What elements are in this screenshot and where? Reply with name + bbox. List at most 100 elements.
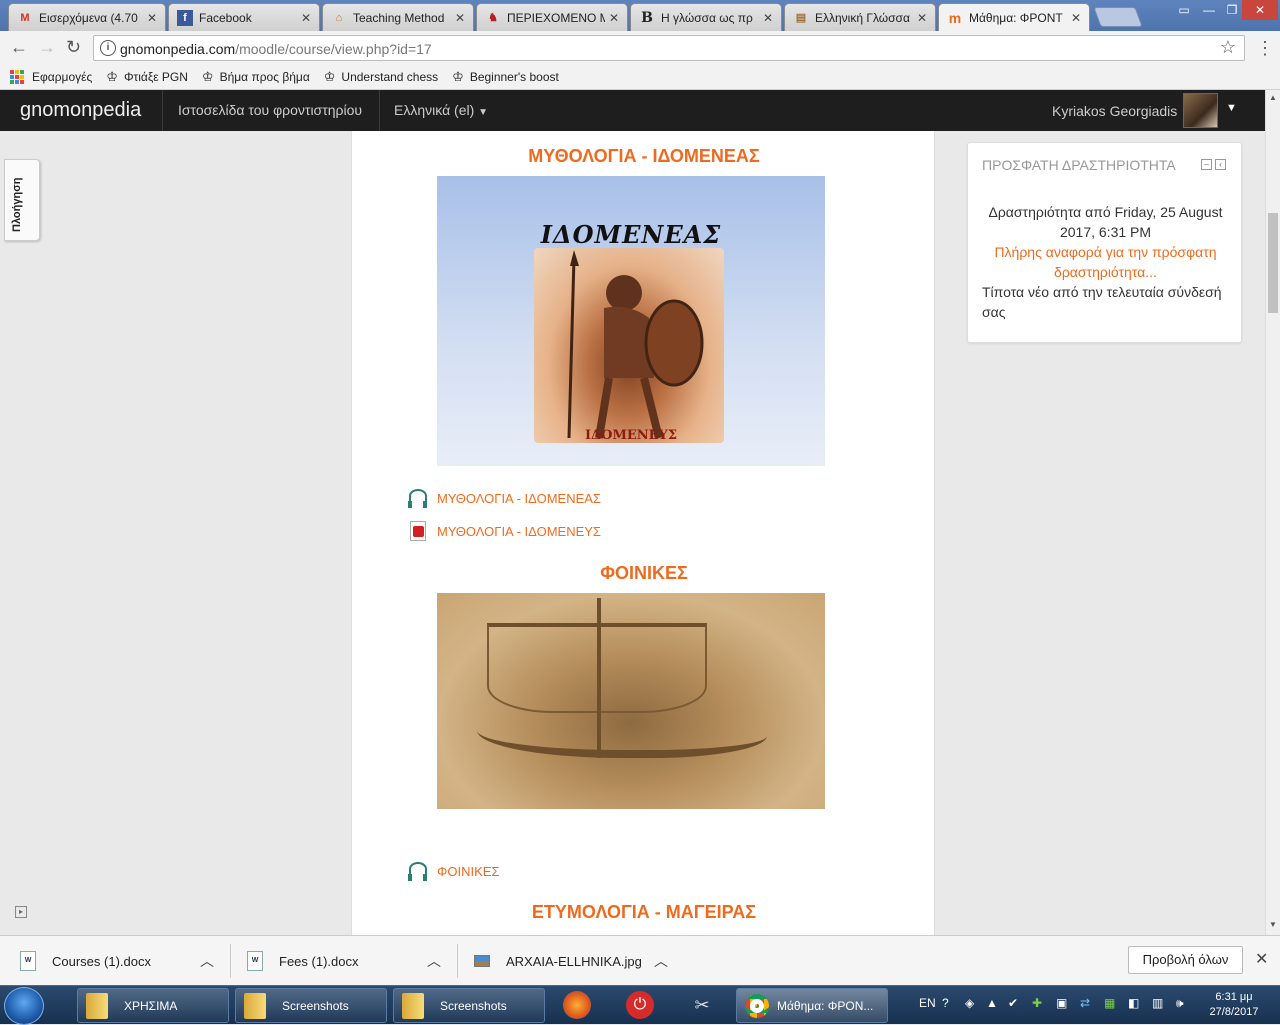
language-indicator[interactable]: EN [919,996,936,1010]
avatar[interactable] [1183,93,1218,128]
url-text[interactable]: gnomonpedia.com/moodle/course/view.php?i… [120,41,432,57]
close-icon[interactable]: ✕ [301,11,311,25]
forward-icon[interactable]: → [38,37,56,58]
info-icon[interactable]: i [100,40,116,56]
tab-gmail[interactable]: M Εισερχόμενα (4.70 ✕ [8,3,166,31]
close-icon[interactable]: ✕ [1255,949,1268,969]
b-icon: B [641,9,653,26]
chevron-up-icon[interactable]: ︿ [654,951,668,971]
clock[interactable]: 6:31 μμ 27/8/2017 [1200,990,1268,1020]
tray-icon[interactable]: ✔ [1008,996,1018,1010]
tray-icon[interactable]: ◧ [1128,996,1139,1010]
headphones-icon [407,860,429,882]
navigation-drawer-tab[interactable]: Πλοήγηση [4,159,40,241]
close-icon[interactable]: ✕ [455,11,465,25]
site-homepage-link[interactable]: Ιστοσελίδα του φροντιστηρίου [178,102,362,118]
user-name[interactable]: Kyriakos Georgiadis [1052,103,1177,119]
scissors-icon[interactable]: ✂ [688,991,716,1019]
recent-activity-block: ΠΡΟΣΦΑΤΗ ΔΡΑΣΤΗΡΙΟΤΗΤΑ – ‹ Δραστηριότητα… [967,142,1242,343]
taskbar-item[interactable]: Screenshots [393,988,545,1023]
show-hidden-icons[interactable]: ▲ [986,996,998,1010]
chess-icon: ♔ [201,68,214,84]
activity-since-line: 2017, 6:31 PM [1059,224,1152,240]
download-item[interactable]: W Courses (1).docx ︿ [20,936,214,986]
caret-down-icon: ▼ [478,107,489,118]
network-icon[interactable]: ▥ [1152,996,1163,1010]
tab-mathima-active[interactable]: m Μάθημα: ΦΡΟΝΤ ✕ [938,3,1090,31]
taskbar-item[interactable]: ΧΡΗΣΙΜΑ [77,988,229,1023]
start-button[interactable] [4,987,44,1025]
chess-icon: ♔ [323,68,336,84]
language-menu[interactable]: Ελληνικά (el) ▼ [394,102,488,118]
chevron-up-icon[interactable]: ︿ [427,951,441,971]
reload-icon[interactable]: ↻ [66,37,81,58]
site-brand[interactable]: gnomonpedia [20,99,141,122]
page-scrollbar[interactable]: ▲ ▼ [1265,90,1280,935]
scroll-down-icon[interactable]: ▼ [1269,920,1277,929]
course-content: ΜΥΘΟΛΟΓΙΑ - ΙΔΟΜΕΝΕΑΣ ΙΔΟΜΕΝΕΑΣ ΙΔΟΜΕΝΕΥ… [351,131,935,935]
tab-glossa[interactable]: B Η γλώσσα ως πρ ✕ [630,3,782,31]
bookmark-ftiaxe-pgn[interactable]: ♔ Φτιάξε PGN [106,69,188,85]
address-bar[interactable]: i gnomonpedia.com/moodle/course/view.php… [93,35,1245,61]
tray-icon[interactable]: ▦ [1104,996,1115,1010]
idomeneas-image: ΙΔΟΜΕΝΕΑΣ ΙΔΟΜΕΝΕΥΣ [437,176,825,466]
apps-icon [10,69,24,84]
gmail-icon: M [20,11,30,24]
section-title: ΕΤΥΜΟΛΟΓΙΑ - ΜΑΓΕΙΡΑΣ [531,902,757,922]
word-icon: W [247,951,263,971]
pdf-resource-link[interactable]: ΜΥΘΟΛΟΓΙΑ - ΙΔΟΜΕΝΕΥΣ [407,520,601,542]
bookmark-understand-chess[interactable]: ♔ Understand chess [324,69,438,85]
tray-icon[interactable]: ◈ [965,996,974,1010]
chrome-icon [745,993,769,1018]
close-icon[interactable]: ✕ [147,11,157,25]
tray-icon[interactable]: ✚ [1032,996,1042,1010]
taskbar-item[interactable]: Screenshots [235,988,387,1023]
download-item[interactable]: ARXAIA-ELLHNIKA.jpg ︿ [474,936,668,986]
volume-icon[interactable]: 🕪 [1176,996,1184,1011]
power-icon[interactable]: ⏻ [626,991,654,1019]
user-profile-icon[interactable]: ▭ [1170,0,1198,20]
firefox-icon[interactable] [563,991,591,1019]
tab-facebook[interactable]: f Facebook ✕ [168,3,320,31]
section-title: ΦΟΙΝΙΚΕΣ [600,563,688,583]
facebook-icon: f [177,9,193,26]
bookmark-star-icon[interactable]: ☆ [1220,37,1236,58]
close-icon[interactable]: ✕ [763,11,773,25]
full-report-link[interactable]: Πλήρης αναφορά για την πρόσφατη [968,242,1243,262]
close-icon[interactable]: ✕ [1071,11,1081,25]
help-icon[interactable]: ? [942,996,949,1010]
tray-icon[interactable]: ▣ [1056,996,1067,1010]
audio-resource-link[interactable]: ΦΟΙΝΙΚΕΣ [407,860,499,882]
scroll-up-icon[interactable]: ▲ [1269,93,1277,102]
show-all-button[interactable]: Προβολή όλων [1128,946,1243,974]
chevron-up-icon[interactable]: ︿ [200,951,214,971]
collapse-icon[interactable]: – [1201,159,1212,170]
dock-block-icon[interactable]: ‹ [1215,159,1226,170]
window-close-icon[interactable]: ✕ [1242,0,1278,20]
close-icon[interactable]: ✕ [917,11,927,25]
close-icon[interactable]: ✕ [609,11,619,25]
folder-icon [244,992,266,1019]
teamviewer-icon[interactable]: ⇄ [1080,996,1090,1010]
divider [230,944,231,978]
taskbar-item-active[interactable]: Μάθημα: ΦΡΟΝ... [736,988,888,1023]
scroll-thumb[interactable] [1268,213,1278,313]
bookmark-vima[interactable]: ♔ Βήμα προς βήμα [202,69,310,85]
bookmark-apps[interactable]: Εφαρμογές [10,69,92,84]
folder-icon [402,992,424,1019]
dock-icon[interactable]: ▸ [15,906,27,918]
tab-periexomeno[interactable]: ♞ ΠΕΡΙΕΧΟΜΕΝΟ Μ ✕ [476,3,628,31]
user-menu-caret-icon[interactable]: ▼ [1226,102,1237,114]
bookmark-beginners-boost[interactable]: ♔ Beginner's boost [452,69,559,85]
audio-resource-link[interactable]: ΜΥΘΟΛΟΓΙΑ - ΙΔΟΜΕΝΕΑΣ [407,487,601,509]
full-report-link[interactable]: δραστηριότητα... [968,262,1243,282]
tab-teaching-method[interactable]: ⌂ Teaching Method ✕ [322,3,474,31]
download-item[interactable]: W Fees (1).docx ︿ [247,936,441,986]
tab-elliniki-glossa[interactable]: ▤ Ελληνική Γλώσσα ✕ [784,3,936,31]
helmet-icon: ♞ [488,12,498,24]
browser-menu-icon[interactable]: ⋮ [1256,38,1274,59]
new-tab-button[interactable] [1093,7,1143,27]
book-icon: ▤ [795,12,807,24]
word-icon: W [20,951,36,971]
back-icon[interactable]: ← [10,37,28,58]
